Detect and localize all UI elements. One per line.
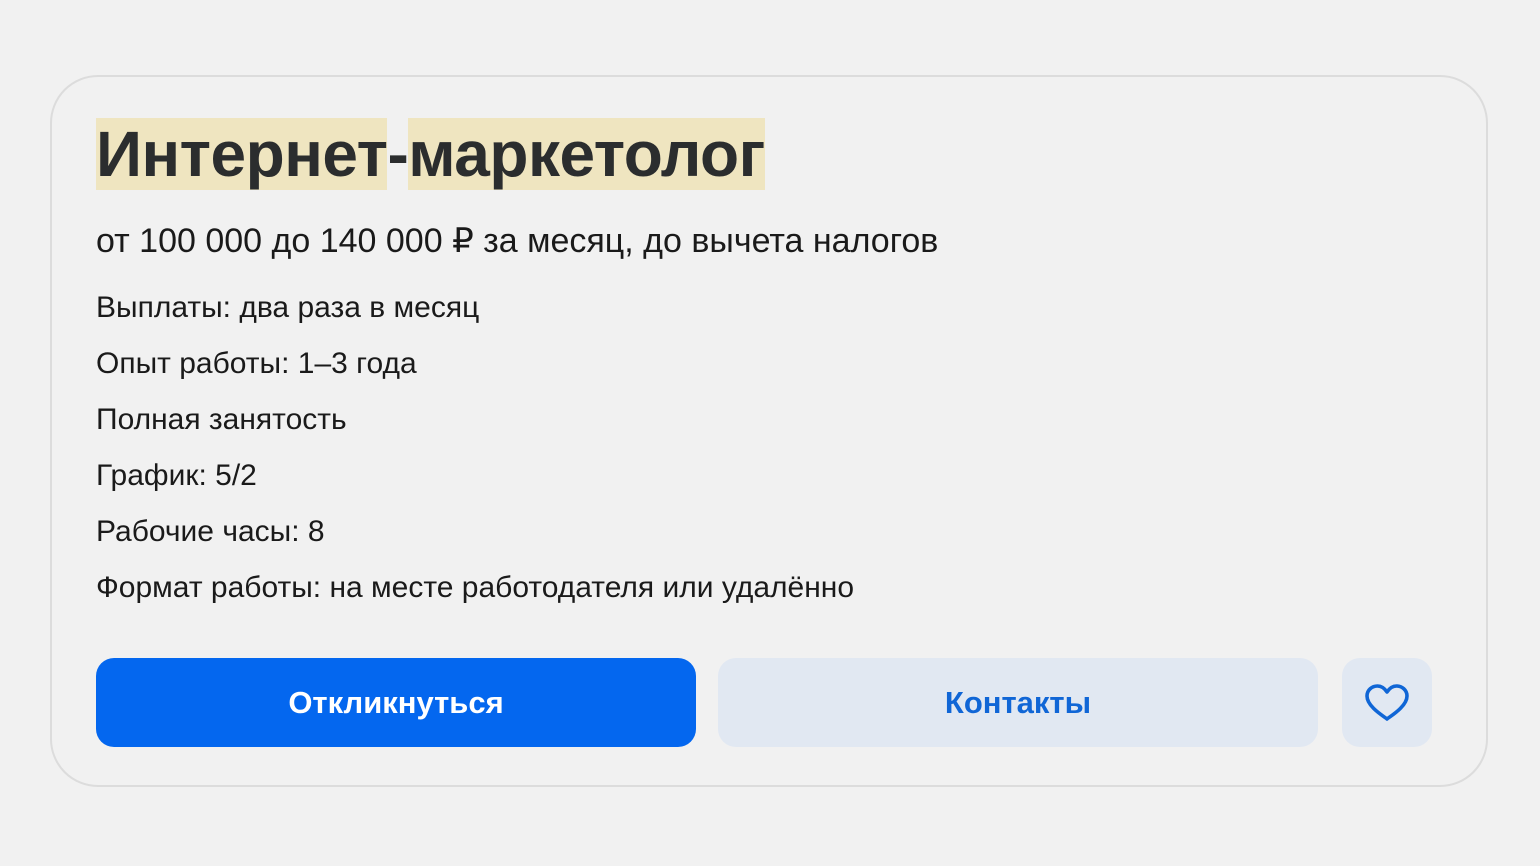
vacancy-details: Выплаты: два раза в месяц Опыт работы: 1… [96,288,854,624]
action-bar: Откликнуться Контакты [96,658,1432,747]
vacancy-card: Интернет - маркетолог от 100 000 до 140 00… [50,75,1488,787]
detail-payments: Выплаты: два раза в месяц [96,291,480,324]
detail-employment: Полная занятость [96,403,347,436]
detail-schedule: График: 5/2 [96,459,257,492]
detail-hours: Рабочие часы: 8 [96,515,325,548]
detail-work-format: Формат работы: на месте работодателя или… [96,571,855,604]
respond-button[interactable]: Откликнуться [96,658,696,747]
contacts-button[interactable]: Контакты [718,658,1318,747]
vacancy-title[interactable]: Интернет - маркетолог [96,117,765,191]
detail-experience: Опыт работы: 1–3 года [96,347,417,380]
title-hyphen: - [387,118,409,190]
title-highlight-2: маркетолог [408,118,765,190]
title-highlight-1: Интернет [96,118,388,190]
heart-icon [1365,683,1409,721]
favorite-button[interactable] [1342,658,1432,747]
salary-text: от 100 000 до 140 000 ₽ за месяц, до выч… [96,222,939,260]
